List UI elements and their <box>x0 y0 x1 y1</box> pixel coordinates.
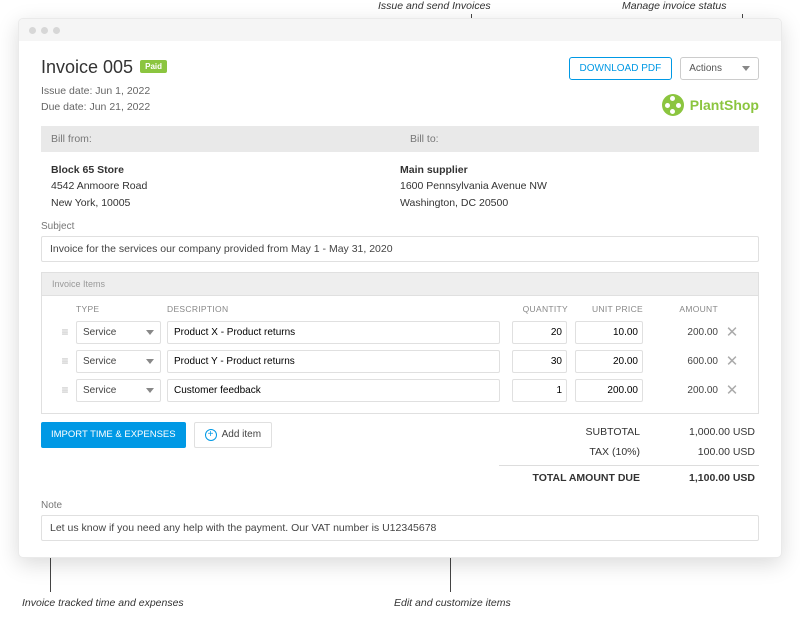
note-label: Note <box>41 498 759 515</box>
item-amount: 600.00 <box>643 356 718 367</box>
window-dot <box>41 27 48 34</box>
bill-to-address: Main supplier 1600 Pennsylvania Avenue N… <box>400 162 749 211</box>
brand-logo: PlantShop <box>662 94 759 116</box>
item-qty-input[interactable] <box>512 379 567 402</box>
caret-down-icon <box>146 330 154 335</box>
window-dot <box>53 27 60 34</box>
items-column-headers: TYPE DESCRIPTION QUANTITY UNIT PRICE AMO… <box>50 296 750 318</box>
subtotal-value: 1,000.00 USD <box>660 426 755 438</box>
total-value: 1,100.00 USD <box>660 472 755 484</box>
brand-name: PlantShop <box>690 97 759 113</box>
invoice-item-row: ≡ Service 200.00 ✕ <box>50 318 750 347</box>
plus-icon: + <box>205 429 217 441</box>
item-qty-input[interactable] <box>512 350 567 373</box>
drag-handle-icon[interactable]: ≡ <box>54 325 76 339</box>
item-unit-input[interactable] <box>575 350 643 373</box>
total-label: TOTAL AMOUNT DUE <box>503 472 660 484</box>
tax-label: TAX (10%) <box>503 446 660 458</box>
import-time-expenses-button[interactable]: IMPORT TIME & EXPENSES <box>41 422 186 448</box>
invoice-item-row: ≡ Service 200.00 ✕ <box>50 376 750 405</box>
totals-block: SUBTOTAL1,000.00 USD TAX (10%)100.00 USD… <box>499 422 759 488</box>
invoice-title: Invoice 005 <box>41 57 133 77</box>
item-unit-input[interactable] <box>575 321 643 344</box>
callout-tracked-time: Invoice tracked time and expenses <box>22 597 184 609</box>
items-section-label: Invoice Items <box>41 272 759 295</box>
issue-date: Issue date: Jun 1, 2022 <box>41 84 569 100</box>
delete-row-icon[interactable]: ✕ <box>718 352 746 370</box>
item-qty-input[interactable] <box>512 321 567 344</box>
items-box: TYPE DESCRIPTION QUANTITY UNIT PRICE AMO… <box>41 295 759 414</box>
item-description-input[interactable] <box>167 379 500 402</box>
leaf-icon <box>662 94 684 116</box>
item-description-input[interactable] <box>167 350 500 373</box>
add-item-label: Add item <box>222 429 261 440</box>
add-item-button[interactable]: + Add item <box>194 422 272 448</box>
window-dot <box>29 27 36 34</box>
due-date: Due date: Jun 21, 2022 <box>41 100 569 116</box>
caret-down-icon <box>742 66 750 71</box>
item-type-select[interactable]: Service <box>76 350 161 373</box>
addresses: Block 65 Store 4542 Anmoore Road New Yor… <box>41 152 759 219</box>
item-amount: 200.00 <box>643 327 718 338</box>
actions-dropdown[interactable]: Actions <box>680 57 759 80</box>
caret-down-icon <box>146 388 154 393</box>
drag-handle-icon[interactable]: ≡ <box>54 354 76 368</box>
invoice-window: Invoice 005 Paid Issue date: Jun 1, 2022… <box>18 18 782 558</box>
note-input[interactable] <box>41 515 759 541</box>
bill-header-bar: Bill from: Bill to: <box>41 126 759 152</box>
item-unit-input[interactable] <box>575 379 643 402</box>
callout-manage-status: Manage invoice status <box>622 0 726 12</box>
delete-row-icon[interactable]: ✕ <box>718 381 746 399</box>
subject-label: Subject <box>41 219 759 236</box>
subtotal-label: SUBTOTAL <box>503 426 660 438</box>
item-amount: 200.00 <box>643 385 718 396</box>
item-type-select[interactable]: Service <box>76 379 161 402</box>
invoice-item-row: ≡ Service 600.00 ✕ <box>50 347 750 376</box>
item-type-select[interactable]: Service <box>76 321 161 344</box>
caret-down-icon <box>146 359 154 364</box>
bill-from-label: Bill from: <box>41 126 400 152</box>
download-pdf-button[interactable]: DOWNLOAD PDF <box>569 57 673 80</box>
status-badge: Paid <box>140 60 167 73</box>
actions-label: Actions <box>689 63 722 74</box>
item-description-input[interactable] <box>167 321 500 344</box>
callout-edit-items: Edit and customize items <box>394 597 511 609</box>
bill-to-label: Bill to: <box>400 126 759 152</box>
drag-handle-icon[interactable]: ≡ <box>54 383 76 397</box>
callout-issue-send: Issue and send Invoices <box>378 0 491 12</box>
subject-input[interactable] <box>41 236 759 262</box>
window-titlebar <box>19 19 781 41</box>
tax-value: 100.00 USD <box>660 446 755 458</box>
bill-from-address: Block 65 Store 4542 Anmoore Road New Yor… <box>51 162 400 211</box>
delete-row-icon[interactable]: ✕ <box>718 323 746 341</box>
